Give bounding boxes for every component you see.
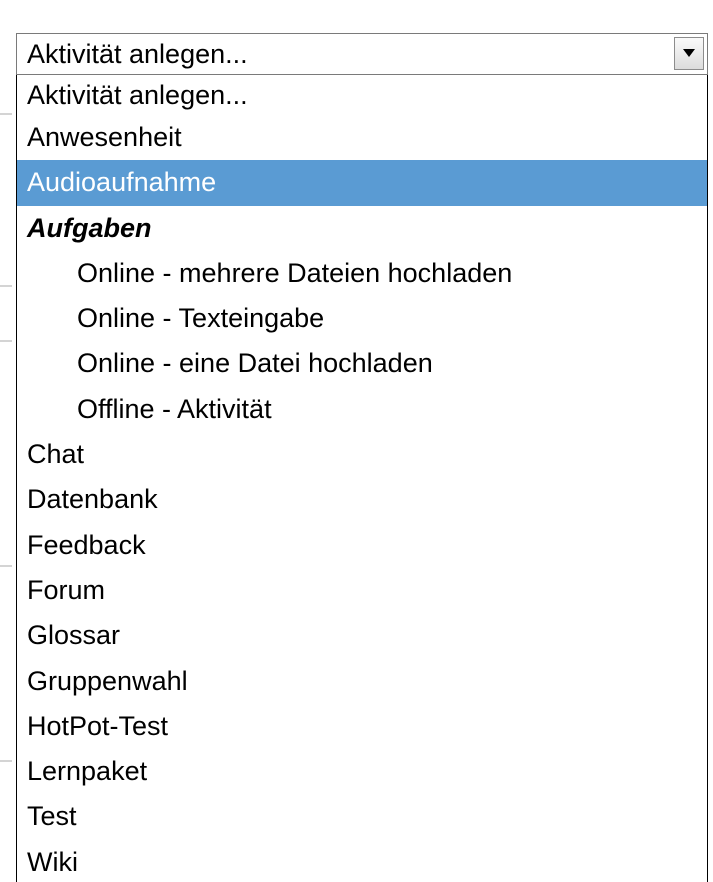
chevron-down-icon (683, 49, 695, 57)
option-test[interactable]: Test (17, 794, 707, 839)
optgroup-aufgaben: Aufgaben (27, 212, 152, 243)
background-divider (0, 760, 12, 762)
background-divider (0, 285, 12, 287)
option-lernpaket[interactable]: Lernpaket (17, 749, 707, 794)
option-anwesenheit[interactable]: Anwesenheit (17, 115, 707, 160)
add-activity-select[interactable]: Aktivität anlegen... (16, 33, 708, 75)
dropdown-arrow-button[interactable] (674, 37, 704, 70)
option-feedback[interactable]: Feedback (17, 523, 707, 568)
dropdown-option-list[interactable]: Aktivität anlegen... Anwesenheit Audioau… (16, 75, 708, 882)
background-divider (0, 565, 12, 567)
option-wiki[interactable]: Wiki (17, 840, 707, 882)
option-audioaufnahme[interactable]: Audioaufnahme (17, 160, 707, 206)
option-online-texteingabe[interactable]: Online - Texteingabe (17, 296, 707, 341)
background-divider (0, 113, 12, 115)
option-chat[interactable]: Chat (17, 432, 707, 477)
option-placeholder[interactable]: Aktivität anlegen... (17, 75, 707, 115)
option-hotpot-test[interactable]: HotPot-Test (17, 704, 707, 749)
option-forum[interactable]: Forum (17, 568, 707, 613)
select-current-value: Aktivität anlegen... (27, 39, 248, 69)
option-glossar[interactable]: Glossar (17, 613, 707, 658)
option-online-mehrere-dateien[interactable]: Online - mehrere Dateien hochladen (17, 251, 707, 296)
activity-dropdown-screen: Aktivität anlegen... Aktivität anlegen..… (0, 0, 713, 882)
background-divider (0, 340, 12, 342)
option-online-eine-datei[interactable]: Online - eine Datei hochladen (17, 341, 707, 386)
option-datenbank[interactable]: Datenbank (17, 477, 707, 522)
option-offline-aktivitaet[interactable]: Offline - Aktivität (17, 387, 707, 432)
option-gruppenwahl[interactable]: Gruppenwahl (17, 659, 707, 704)
